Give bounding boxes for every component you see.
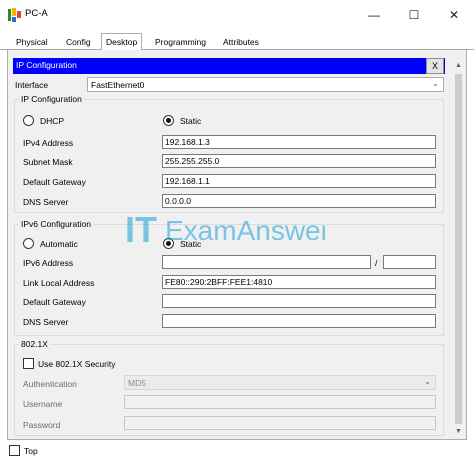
ipv6-dns-input[interactable] [162,314,436,328]
top-label: Top [24,446,38,456]
ipv6-automatic-label: Automatic [40,239,78,249]
dot1x-group-title: 802.1X [19,339,50,349]
link-local-input[interactable]: FE80::290:2BFF:FEE1:4810 [162,275,436,289]
panel-title: IP Configuration [16,60,77,70]
tab-bar: Physical Config Desktop Programming Attr… [0,30,474,51]
maximize-icon: ☐ [408,8,420,22]
tab-programming[interactable]: Programming [151,35,210,50]
close-icon: ✕ [448,8,460,22]
username-label: Username [23,399,63,409]
ipv6-address-input[interactable] [162,255,371,269]
packet-tracer-app-icon [8,8,21,22]
ipv6-static-radio[interactable] [163,238,174,249]
authentication-label: Authentication [23,379,77,389]
minimize-button[interactable]: — [354,0,394,30]
prefix-separator: / [375,258,378,268]
dhcp-label: DHCP [40,116,65,126]
use-8021x-label: Use 802.1X Security [38,359,116,369]
ipv4-static-radio[interactable] [163,115,174,126]
ipv6-automatic-radio[interactable] [23,238,34,249]
authentication-select[interactable]: MD5 ⌄ [124,375,436,390]
ipv4-dns-input[interactable]: 0.0.0.0 [162,194,436,208]
ipv6-gateway-label: Default Gateway [23,297,86,307]
ipv6-group-title: IPv6 Configuration [19,219,93,229]
password-label: Password [23,420,61,430]
link-local-label: Link Local Address [23,278,95,288]
ipv4-address-label: IPv4 Address [23,138,74,148]
scrollbar-thumb[interactable] [455,74,462,424]
ipv4-gateway-input[interactable]: 192.168.1.1 [162,174,436,188]
ipv4-dns-label: DNS Server [23,197,69,207]
chevron-down-icon: ⌄ [424,377,431,386]
ipv4-address-input[interactable]: 192.168.1.3 [162,135,436,149]
ipv4-group-title: IP Configuration [19,94,84,104]
ipv6-gateway-input[interactable] [162,294,436,308]
use-8021x-checkbox[interactable] [23,358,34,369]
ipv4-gateway-label: Default Gateway [23,177,86,187]
tab-desktop[interactable]: Desktop [101,33,143,51]
tab-physical[interactable]: Physical [12,35,52,50]
subnet-mask-label: Subnet Mask [23,157,73,167]
window-title: PC-A [25,8,48,19]
ipv6-address-label: IPv6 Address [23,258,74,268]
ipv6-dns-label: DNS Server [23,317,69,327]
username-input[interactable] [124,395,436,409]
scroll-up-arrow-icon[interactable]: ▲ [453,57,464,74]
panel-close-button[interactable]: X [426,58,444,74]
dhcp-radio[interactable] [23,115,34,126]
title-bar: PC-A — ☐ ✕ [0,0,474,30]
ipv6-static-label: Static [180,239,202,249]
ipv4-static-label: Static [180,116,202,126]
ipv6-prefix-input[interactable] [383,255,436,269]
interface-select[interactable]: FastEthernet0 ⌄ [87,77,444,92]
minimize-icon: — [368,8,380,22]
ip-configuration-header: IP Configuration [13,58,445,74]
subnet-mask-input[interactable]: 255.255.255.0 [162,154,436,168]
close-window-button[interactable]: ✕ [434,0,474,30]
chevron-down-icon: ⌄ [432,79,439,88]
maximize-button[interactable]: ☐ [394,0,434,30]
tab-config[interactable]: Config [62,35,95,50]
tab-attributes[interactable]: Attributes [219,35,263,50]
top-checkbox[interactable] [9,445,20,456]
password-input[interactable] [124,416,436,430]
authentication-value: MD5 [128,378,146,388]
interface-label: Interface [15,80,49,90]
interface-value: FastEthernet0 [91,80,145,90]
scroll-down-arrow-icon[interactable]: ▼ [453,425,464,438]
